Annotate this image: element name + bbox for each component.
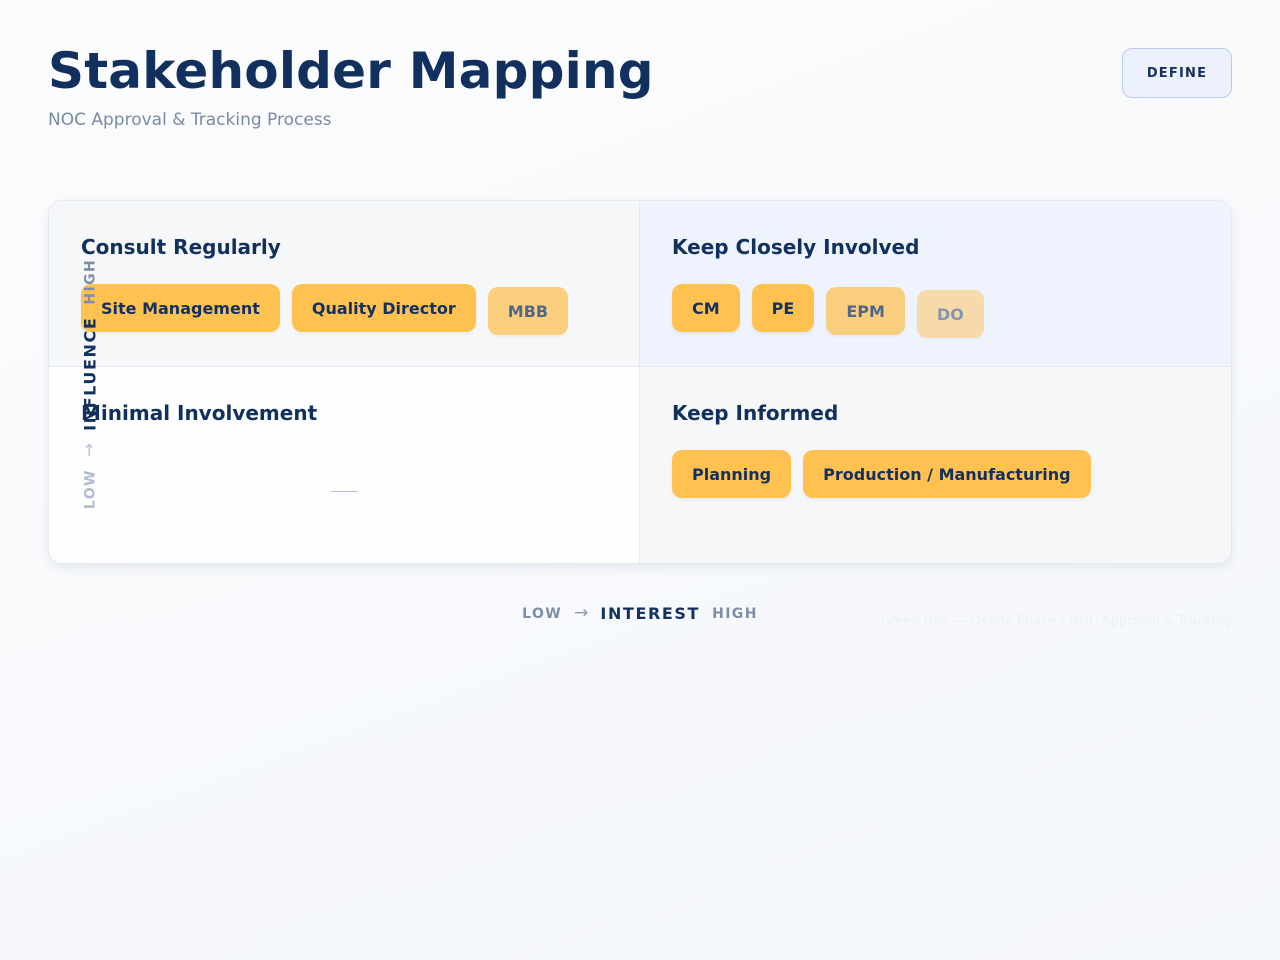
quadrant-title: Keep Informed [672, 401, 839, 425]
arrow-right-icon: → [574, 603, 589, 623]
stakeholder-chip-do: DO [916, 290, 984, 338]
y-axis-high-label: HIGH [82, 258, 98, 305]
x-axis-low-label: LOW [522, 605, 563, 622]
stakeholder-chip-epm: EPM [826, 287, 905, 335]
stakeholder-list: Planning Production / Manufacturing [672, 450, 1199, 498]
stakeholder-chip-quality-director: Quality Director [291, 284, 476, 332]
quadrant-consult-regularly: Consult Regularly Site Management Qualit… [49, 201, 640, 367]
stakeholder-list: Site Management Quality Director MBB [81, 284, 607, 335]
quadrant-keep-informed: Keep Informed Planning Production / Manu… [640, 367, 1231, 563]
stakeholder-matrix: Consult Regularly Site Management Qualit… [48, 200, 1232, 564]
y-axis-title: INFLUENCE [80, 316, 100, 431]
x-axis-high-label: HIGH [712, 605, 758, 622]
phase-badge: DEFINE [1122, 48, 1232, 98]
stakeholder-chip-pe: PE [751, 284, 815, 332]
footer-note: Green Belt — Define Phase | NOC Approval… [880, 614, 1232, 629]
stakeholder-list: CM PE EPM DO [672, 284, 1199, 338]
arrow-right-icon: → [79, 442, 100, 458]
stakeholder-chip-site-management: Site Management [81, 284, 280, 332]
empty-placeholder-dash [331, 491, 358, 492]
stakeholder-chip-mbb: MBB [487, 287, 569, 335]
x-axis-title: INTEREST [600, 604, 701, 623]
stakeholder-chip-cm: CM [672, 284, 740, 332]
page-title: Stakeholder Mapping [48, 42, 654, 100]
quadrant-minimal-involvement: Minimal Involvement [49, 367, 640, 563]
stakeholder-chip-production-manufacturing: Production / Manufacturing [803, 450, 1091, 498]
quadrant-keep-closely-involved: Keep Closely Involved CM PE EPM DO [640, 201, 1231, 367]
y-axis-low-label: LOW [82, 469, 98, 510]
quadrant-title: Keep Closely Involved [672, 235, 920, 259]
page-subtitle: NOC Approval & Tracking Process [48, 110, 332, 130]
stakeholder-chip-planning: Planning [672, 450, 792, 498]
quadrant-title: Minimal Involvement [81, 401, 318, 425]
quadrant-title: Consult Regularly [81, 235, 281, 259]
